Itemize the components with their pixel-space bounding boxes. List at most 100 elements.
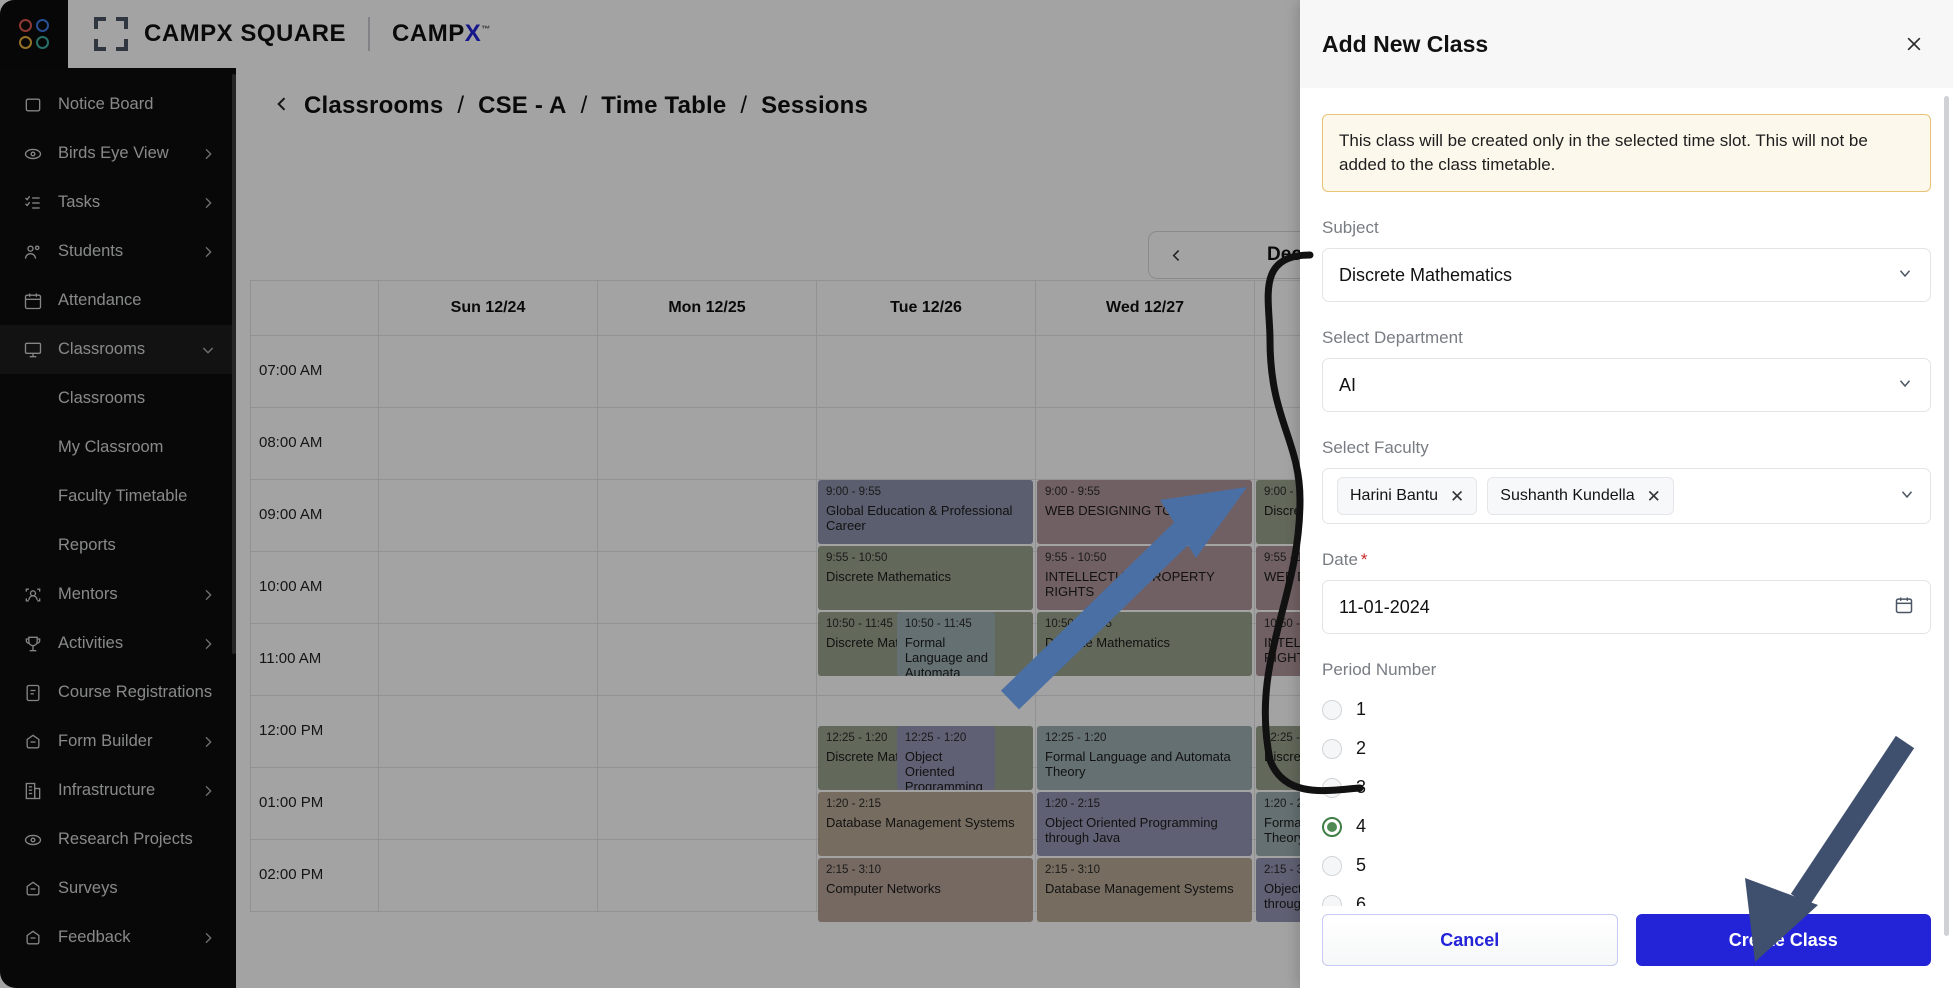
department-select[interactable]: AI	[1322, 358, 1931, 412]
sidebar-item-birds-eye-view[interactable]: Birds Eye View	[0, 129, 236, 178]
radio-indicator	[1322, 855, 1342, 876]
sidebar-item-research-projects[interactable]: Research Projects	[0, 815, 236, 864]
sidebar-subitem-faculty-timetable[interactable]: Faculty Timetable	[0, 472, 236, 521]
sidebar-item-surveys[interactable]: Surveys	[0, 864, 236, 913]
event-subject: Formal Language and Automata Theory	[1045, 749, 1231, 779]
prev-month-button[interactable]	[1149, 232, 1203, 278]
calendar-event[interactable]: 10:50 - 11:45 Formal Language and Automat…	[896, 612, 996, 676]
chevron-right-icon	[200, 587, 216, 603]
event-time: 10:50 - 11:45	[1045, 618, 1112, 630]
faculty-multiselect[interactable]: Harini Bantu ✕ Sushanth Kundella ✕	[1322, 468, 1931, 524]
event-time: 9:55 - 10:50	[1045, 552, 1107, 564]
period-radio-group[interactable]: 1234567	[1322, 690, 1931, 906]
breadcrumb-item-3[interactable]: Sessions	[761, 92, 868, 120]
period-radio-3[interactable]: 3	[1322, 768, 1931, 807]
calendar-icon	[22, 290, 44, 312]
period-radio-2[interactable]: 2	[1322, 729, 1931, 768]
drawer-title: Add New Class	[1322, 30, 1489, 57]
calendar-event[interactable]: 1:20 - 2:15 Database Management Systems	[818, 792, 1033, 856]
date-input[interactable]: 11-01-2024	[1322, 580, 1931, 634]
brand: CAMPX SQUARE CAMPX™	[94, 17, 491, 51]
task-list-icon	[22, 192, 44, 214]
period-radio-4[interactable]: 4	[1322, 807, 1931, 846]
breadcrumb-item-0[interactable]: Classrooms	[304, 92, 443, 120]
close-icon[interactable]: ✕	[1450, 488, 1464, 505]
event-time: 9:00 - 9:55	[826, 486, 881, 498]
create-class-button[interactable]: Create Class	[1635, 914, 1931, 966]
calendar-event[interactable]: 9:55 - 10:50 Discrete Mathematics	[818, 546, 1033, 610]
sidebar-item-mentors[interactable]: Mentors	[0, 570, 236, 619]
sidebar[interactable]: Notice Board Birds Eye View Tasks Students A…	[0, 68, 236, 988]
notice-board-icon	[22, 94, 44, 116]
faculty-chip[interactable]: Harini Bantu ✕	[1337, 477, 1478, 515]
period-radio-6[interactable]: 6	[1322, 885, 1931, 906]
building-icon	[22, 780, 44, 802]
department-field: Select Department AI	[1322, 328, 1931, 412]
calendar-time-label: 09:00 AM	[250, 480, 378, 552]
sidebar-item-feedback[interactable]: Feedback	[0, 913, 236, 962]
drawer-scrollbar[interactable]	[1944, 96, 1949, 936]
calendar-picker-icon[interactable]	[1894, 595, 1914, 620]
trophy-icon	[22, 633, 44, 655]
close-icon[interactable]: ✕	[1647, 488, 1661, 505]
expand-frame-icon	[94, 17, 128, 51]
chevron-right-icon	[200, 195, 216, 211]
drawer-header: Add New Class	[1300, 0, 1953, 88]
calendar-event[interactable]: 1:20 - 2:15 Object Oriented Programming t…	[1037, 792, 1252, 856]
calendar-day-header: Wed 12/27	[1035, 280, 1254, 336]
breadcrumb-item-2[interactable]: Time Table	[601, 92, 726, 120]
sidebar-item-activities[interactable]: Activities	[0, 619, 236, 668]
form-icon	[22, 731, 44, 753]
date-field: Date * 11-01-2024	[1322, 550, 1931, 634]
sidebar-item-students[interactable]: Students	[0, 227, 236, 276]
calendar-event[interactable]: 9:00 - 9:55 WEB DESIGNING TOOLS	[1037, 480, 1252, 544]
sidebar-item-notice-board[interactable]: Notice Board	[0, 80, 236, 129]
add-new-class-drawer: Add New Class This class will be created…	[1300, 0, 1953, 988]
sidebar-item-attendance[interactable]: Attendance	[0, 276, 236, 325]
calendar-event[interactable]: 12:25 - 1:20 Formal Language and Automata…	[1037, 726, 1252, 790]
breadcrumb-sep-2: /	[740, 92, 748, 119]
sidebar-item-infrastructure[interactable]: Infrastructure	[0, 766, 236, 815]
sidebar-subitem-classrooms[interactable]: Classrooms	[0, 374, 236, 423]
calendar-event[interactable]: 2:15 - 3:10 Computer Networks	[818, 858, 1033, 922]
period-radio-5[interactable]: 5	[1322, 846, 1931, 885]
period-radio-1[interactable]: 1	[1322, 690, 1931, 729]
event-time: 10:50 - 11:45	[904, 618, 972, 630]
sidebar-item-label: Course Registrations	[58, 683, 213, 701]
sidebar-item-classrooms[interactable]: Classrooms	[0, 325, 236, 374]
calendar-event[interactable]: 10:50 - 11:45 Discrete Mathematics	[1037, 612, 1252, 676]
date-label: Date *	[1322, 550, 1931, 570]
brand-name: CAMPX SQUARE	[144, 20, 347, 47]
sidebar-item-label: Students	[58, 242, 124, 260]
radio-indicator	[1322, 894, 1342, 906]
event-subject: Discrete Mathematics	[1045, 635, 1170, 650]
breadcrumb-item-1[interactable]: CSE - A	[478, 92, 567, 120]
app-logo[interactable]	[0, 0, 68, 68]
chevron-down-icon	[1898, 485, 1916, 508]
faculty-chip[interactable]: Sushanth Kundella ✕	[1487, 477, 1674, 515]
back-button[interactable]	[272, 94, 292, 119]
calendar-event[interactable]: 2:15 - 3:10 Database Management Systems	[1037, 858, 1252, 922]
calendar-time-label: 12:00 PM	[250, 696, 378, 768]
brand-tm: ™	[481, 24, 491, 34]
subject-select[interactable]: Discrete Mathematics	[1322, 248, 1931, 302]
radio-indicator	[1322, 816, 1342, 837]
sidebar-item-course-registrations[interactable]: Course Registrations	[0, 668, 236, 717]
calendar-event[interactable]: 12:25 - 1:20 Object Oriented Programming	[896, 726, 996, 790]
sidebar-scrollbar[interactable]	[232, 74, 236, 654]
calendar-time-label: 07:00 AM	[250, 336, 378, 408]
sidebar-subitem-my-classroom[interactable]: My Classroom	[0, 423, 236, 472]
period-radio-label: 5	[1356, 855, 1367, 875]
sidebar-subitem-reports[interactable]: Reports	[0, 521, 236, 570]
period-radio-label: 3	[1356, 777, 1367, 797]
period-radio-label: 4	[1356, 816, 1367, 836]
faculty-chip-label: Harini Bantu	[1350, 487, 1439, 504]
calendar-event[interactable]: 9:00 - 9:55 Global Education & Profession…	[818, 480, 1033, 544]
cancel-button[interactable]: Cancel	[1322, 914, 1618, 966]
sidebar-item-form-builder[interactable]: Form Builder	[0, 717, 236, 766]
chevron-down-icon	[1896, 264, 1914, 287]
calendar-event[interactable]: 9:55 - 10:50 INTELLECTUAL PROPERTY RIGHTS	[1037, 546, 1252, 610]
sidebar-item-tasks[interactable]: Tasks	[0, 178, 236, 227]
close-icon[interactable]	[1897, 27, 1931, 61]
required-mark: *	[1360, 550, 1368, 569]
